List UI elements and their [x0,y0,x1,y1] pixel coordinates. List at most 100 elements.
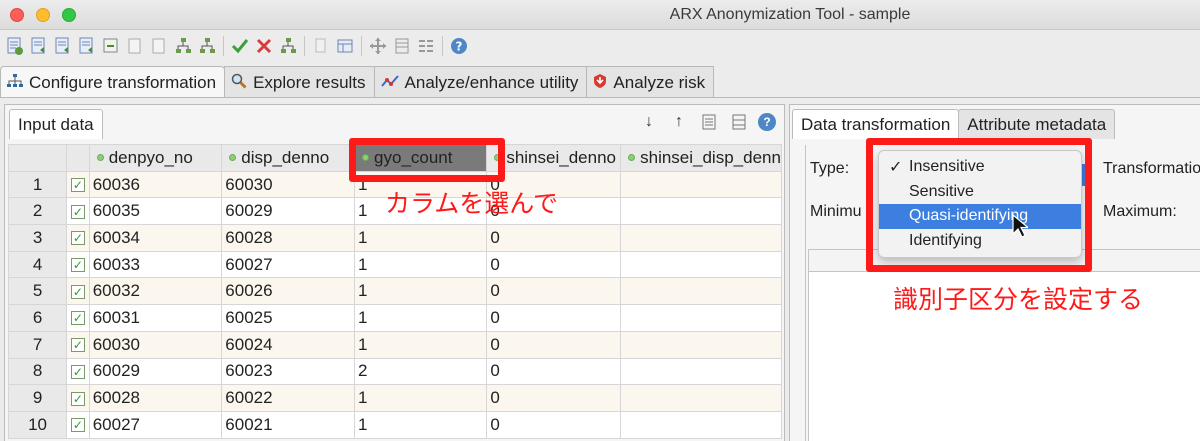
table-row[interactable]: 10 ✓ 60027 60021 1 0 [7,410,782,439]
checkbox-checked-icon[interactable]: ✓ [70,178,85,193]
save-as-icon[interactable] [76,35,98,57]
table-row[interactable]: 9 ✓ 60028 60022 1 0 [7,384,782,412]
cell-denpyo-no[interactable]: 60029 [88,357,223,386]
checkbox-checked-icon[interactable]: ✓ [70,364,85,379]
cell-shinsei-denno[interactable]: 0 [486,410,622,439]
cell-disp-denno[interactable]: 60027 [221,250,356,279]
checkbox-checked-icon[interactable]: ✓ [70,231,85,246]
column-header-shinsei-denno[interactable]: shinsei_denno [486,144,622,172]
tab-analyze-enhance-utility[interactable]: Analyze/enhance utility [373,66,588,98]
help-icon[interactable]: ? [758,113,776,131]
column-header-disp-denno[interactable]: disp_denno [221,144,356,172]
cell-denpyo-no[interactable]: 60032 [88,277,223,306]
cell-shinsei-disp-denn[interactable] [620,330,782,359]
table-row[interactable]: 4 ✓ 60033 60027 1 0 [7,250,782,279]
cell-shinsei-denno[interactable]: 0 [486,250,622,279]
cell-disp-denno[interactable]: 60024 [221,330,356,359]
anonymize-icon[interactable] [229,35,251,57]
row-checkbox[interactable]: ✓ [66,384,90,412]
clear-icon[interactable] [277,35,299,57]
cell-disp-denno[interactable]: 60023 [221,357,356,386]
row-checkbox[interactable]: ✓ [66,357,90,386]
sort-down-icon[interactable]: ↓ [638,111,660,133]
cell-denpyo-no[interactable]: 60030 [88,330,223,359]
cell-disp-denno[interactable]: 60029 [221,197,356,226]
cell-disp-denno[interactable]: 60025 [221,304,356,332]
tab-attribute-metadata[interactable]: Attribute metadata [958,109,1116,139]
checkbox-checked-icon[interactable]: ✓ [70,258,85,273]
cell-denpyo-no[interactable]: 60033 [88,250,223,279]
table-row[interactable]: 6 ✓ 60031 60025 1 0 [7,304,782,332]
cell-denpyo-no[interactable]: 60036 [88,170,223,199]
cell-gyo-count[interactable]: 1 [354,410,488,439]
tab-analyze-risk[interactable]: Analyze risk [586,66,715,98]
row-checkbox[interactable]: ✓ [66,304,90,332]
checkbox-checked-icon[interactable]: ✓ [70,311,85,326]
row-checkbox[interactable]: ✓ [66,224,90,252]
table-row[interactable]: 5 ✓ 60032 60026 1 0 [7,277,782,306]
cell-shinsei-disp-denn[interactable] [620,170,782,199]
checkbox-checked-icon[interactable]: ✓ [70,391,85,406]
cell-denpyo-no[interactable]: 60027 [88,410,223,439]
cell-shinsei-denno[interactable]: 0 [486,330,622,359]
checkbox-checked-icon[interactable]: ✓ [70,418,85,433]
transform-icon[interactable] [367,35,389,57]
row-checkbox[interactable]: ✓ [66,170,90,199]
cell-denpyo-no[interactable]: 60031 [88,304,223,332]
create-hierarchy-icon[interactable] [196,35,218,57]
open-project-icon[interactable] [28,35,50,57]
cell-gyo-count[interactable]: 1 [354,384,488,412]
sort-up-icon[interactable]: ↑ [668,111,690,133]
cell-shinsei-denno[interactable]: 0 [486,384,622,412]
cell-disp-denno[interactable]: 60030 [221,170,356,199]
reset-icon[interactable] [253,35,275,57]
cell-shinsei-denno[interactable]: 0 [486,357,622,386]
table-row[interactable]: 3 ✓ 60034 60028 1 0 [7,224,782,252]
cell-gyo-count[interactable]: 2 [354,357,488,386]
cell-shinsei-disp-denn[interactable] [620,410,782,439]
checkbox-checked-icon[interactable]: ✓ [70,338,85,353]
table-icon[interactable] [728,111,750,133]
cell-disp-denno[interactable]: 60022 [221,384,356,412]
cell-shinsei-disp-denn[interactable] [620,357,782,386]
cell-gyo-count[interactable]: 1 [354,304,488,332]
cell-shinsei-denno[interactable]: 0 [486,304,622,332]
cell-disp-denno[interactable]: 60026 [221,277,356,306]
row-checkbox[interactable]: ✓ [66,410,90,439]
export-data-icon[interactable] [124,35,146,57]
cell-denpyo-no[interactable]: 60028 [88,384,223,412]
checkbox-checked-icon[interactable]: ✓ [70,284,85,299]
cell-shinsei-denno[interactable]: 0 [486,224,622,252]
cell-shinsei-disp-denn[interactable] [620,250,782,279]
grid-view-icon[interactable] [415,35,437,57]
cell-shinsei-denno[interactable]: 0 [486,277,622,306]
row-checkbox[interactable]: ✓ [66,330,90,359]
column-header-shinsei-disp-denn[interactable]: shinsei_disp_denn [620,144,782,172]
table-row[interactable]: 8 ✓ 60029 60023 2 0 [7,357,782,386]
cell-denpyo-no[interactable]: 60035 [88,197,223,226]
cell-disp-denno[interactable]: 60028 [221,224,356,252]
input-data-tab[interactable]: Input data [9,109,103,139]
cell-denpyo-no[interactable]: 60034 [88,224,223,252]
list-view-icon[interactable] [391,35,413,57]
help-icon[interactable]: ? [448,35,470,57]
cell-shinsei-disp-denn[interactable] [620,384,782,412]
table-row[interactable]: 7 ✓ 60030 60024 1 0 [7,330,782,359]
import-hierarchy-icon[interactable] [148,35,170,57]
preferences-icon[interactable] [334,35,356,57]
cell-gyo-count[interactable]: 1 [354,224,488,252]
checkbox-checked-icon[interactable]: ✓ [70,204,85,219]
row-checkbox[interactable]: ✓ [66,250,90,279]
settings-icon[interactable] [310,35,332,57]
document-icon[interactable] [698,111,720,133]
import-data-icon[interactable] [100,35,122,57]
cell-shinsei-disp-denn[interactable] [620,197,782,226]
row-checkbox[interactable]: ✓ [66,277,90,306]
tab-configure-transformation[interactable]: Configure transformation [0,66,226,98]
cell-shinsei-disp-denn[interactable] [620,277,782,306]
cell-gyo-count[interactable]: 1 [354,330,488,359]
row-checkbox[interactable]: ✓ [66,197,90,226]
save-project-icon[interactable] [52,35,74,57]
cell-shinsei-disp-denn[interactable] [620,304,782,332]
export-hierarchy-icon[interactable] [172,35,194,57]
